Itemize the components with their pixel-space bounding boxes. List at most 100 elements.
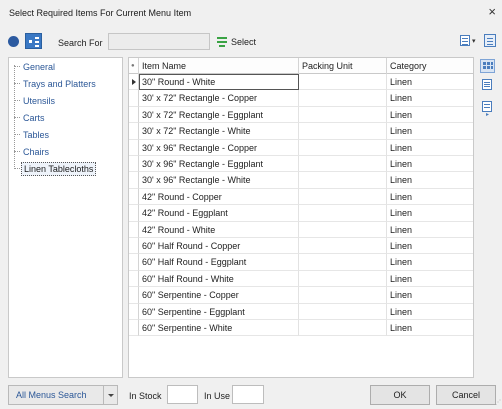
chevron-down-icon[interactable]: ▾ xyxy=(472,37,476,45)
cell-packing-unit[interactable] xyxy=(299,74,387,91)
tree-item-label: Carts xyxy=(23,113,45,123)
cell-item-name[interactable]: 42" Round - Eggplant xyxy=(139,205,299,222)
cell-item-name[interactable]: 30' x 72" Rectangle - Copper xyxy=(139,90,299,107)
form-layout-icon[interactable]: ▸ xyxy=(480,100,495,118)
cell-packing-unit[interactable] xyxy=(299,172,387,189)
row-indicator xyxy=(129,90,139,107)
export-icon[interactable] xyxy=(460,35,470,46)
in-use-field[interactable] xyxy=(232,385,264,404)
row-indicator xyxy=(129,254,139,271)
in-stock-label: In Stock xyxy=(129,391,162,401)
close-icon[interactable]: × xyxy=(488,4,496,20)
tree-item-label: General xyxy=(23,62,56,72)
cell-packing-unit[interactable] xyxy=(299,188,387,206)
table-row[interactable]: 30' x 96" Rectangle - Eggplant Linen xyxy=(129,156,473,173)
cell-category[interactable]: Linen xyxy=(387,107,473,124)
header-dot-icon: ● xyxy=(131,63,135,69)
in-stock-field[interactable] xyxy=(167,385,198,404)
cell-item-name[interactable]: 30' x 72" Rectangle - White xyxy=(139,123,299,140)
all-menus-search-button[interactable]: All Menus Search xyxy=(8,385,104,405)
table-row[interactable]: 60" Half Round - Eggplant Linen xyxy=(129,254,473,271)
cell-category[interactable]: Linen xyxy=(387,90,473,107)
resize-grip-icon[interactable]: ⋰ xyxy=(495,399,501,406)
row-indicator xyxy=(129,303,139,320)
cell-item-name[interactable]: 30' x 96" Rectangle - Copper xyxy=(139,139,299,156)
cell-packing-unit[interactable] xyxy=(299,303,387,320)
cell-category[interactable]: Linen xyxy=(387,287,473,304)
form-view-icon[interactable] xyxy=(484,34,496,47)
table-row[interactable]: 30' x 96" Rectangle - White Linen xyxy=(129,172,473,189)
detail-view-icon[interactable] xyxy=(480,78,495,92)
row-pointer-icon xyxy=(132,79,136,85)
search-input[interactable] xyxy=(108,33,210,50)
table-row[interactable]: 60" Serpentine - Eggplant Linen xyxy=(129,303,473,320)
cell-category[interactable]: Linen xyxy=(387,222,473,238)
grid-view-icon[interactable] xyxy=(480,59,495,73)
cell-item-name[interactable]: 30' x 72" Rectangle - Eggplant xyxy=(139,106,299,124)
cell-packing-unit[interactable] xyxy=(299,156,387,173)
table-row[interactable]: 42" Round - Copper Linen xyxy=(129,188,473,206)
cell-category[interactable]: Linen xyxy=(387,320,473,337)
table-row[interactable]: 30' x 72" Rectangle - Eggplant Linen xyxy=(129,106,473,124)
cell-item-name[interactable]: 30' x 96" Rectangle - Eggplant xyxy=(139,156,299,173)
ok-button[interactable]: OK xyxy=(370,385,430,405)
cell-category[interactable]: Linen xyxy=(387,271,473,288)
cell-packing-unit[interactable] xyxy=(299,270,387,288)
column-header-packing-unit[interactable]: Packing Unit xyxy=(299,58,387,74)
cell-packing-unit[interactable] xyxy=(299,221,387,238)
cell-item-name[interactable]: 42" Round - Copper xyxy=(139,188,299,206)
tree-item-label: Trays and Platters xyxy=(23,79,96,89)
cell-category[interactable]: Linen xyxy=(387,238,473,255)
cell-packing-unit[interactable] xyxy=(299,287,387,304)
cell-item-name[interactable]: 60" Half Round - Eggplant xyxy=(139,254,299,271)
cell-category[interactable]: Linen xyxy=(387,140,473,156)
table-row[interactable]: 42" Round - Eggplant Linen xyxy=(129,205,473,222)
cell-category[interactable]: Linen xyxy=(387,172,473,189)
cell-item-name[interactable]: 60" Serpentine - Eggplant xyxy=(139,303,299,320)
cell-item-name[interactable]: 30" Round - White xyxy=(139,74,299,91)
cell-item-name[interactable]: 42" Round - White xyxy=(139,221,299,238)
cell-item-name[interactable]: 30' x 96" Rectangle - White xyxy=(139,172,299,189)
cell-item-name[interactable]: 60" Serpentine - Copper xyxy=(139,287,299,304)
column-header-category[interactable]: Category xyxy=(387,58,473,74)
cell-packing-unit[interactable] xyxy=(299,205,387,222)
grid-header: ● Item Name Packing Unit Category xyxy=(129,58,473,74)
table-row[interactable]: 60" Serpentine - White Linen xyxy=(129,320,473,337)
cell-category[interactable]: Linen xyxy=(387,156,473,173)
row-indicator xyxy=(129,270,139,288)
cell-packing-unit[interactable] xyxy=(299,90,387,107)
cell-category[interactable]: Linen xyxy=(387,123,473,140)
tree-view-icon[interactable] xyxy=(25,33,42,49)
in-use-label: In Use xyxy=(204,391,231,401)
table-row[interactable]: 60" Serpentine - Copper Linen xyxy=(129,287,473,304)
table-row[interactable]: 42" Round - White Linen xyxy=(129,221,473,238)
cell-packing-unit[interactable] xyxy=(299,254,387,271)
cell-packing-unit[interactable] xyxy=(299,139,387,156)
circle-icon[interactable] xyxy=(8,36,19,47)
bottom-bar: All Menus Search In Stock In Use OK Canc… xyxy=(0,383,502,407)
table-row[interactable]: 60" Half Round - Copper Linen xyxy=(129,238,473,255)
cell-item-name[interactable]: 60" Half Round - White xyxy=(139,270,299,288)
cancel-button[interactable]: Cancel xyxy=(436,385,496,405)
cell-packing-unit[interactable] xyxy=(299,320,387,337)
title-bar: Select Required Items For Current Menu I… xyxy=(0,0,502,26)
table-row[interactable]: 30" Round - White Linen xyxy=(129,74,473,91)
cell-category[interactable]: Linen xyxy=(387,254,473,271)
cell-category[interactable]: Linen xyxy=(387,189,473,206)
cell-item-name[interactable]: 60" Half Round - Copper xyxy=(139,238,299,255)
cell-category[interactable]: Linen xyxy=(387,304,473,320)
table-row[interactable]: 30' x 72" Rectangle - White Linen xyxy=(129,123,473,140)
cell-packing-unit[interactable] xyxy=(299,238,387,255)
items-grid: ● Item Name Packing Unit Category 30" Ro… xyxy=(128,57,474,378)
cell-category[interactable]: Linen xyxy=(387,74,473,91)
cell-packing-unit[interactable] xyxy=(299,106,387,124)
window-title: Select Required Items For Current Menu I… xyxy=(9,8,192,18)
cell-category[interactable]: Linen xyxy=(387,205,473,222)
cell-item-name[interactable]: 60" Serpentine - White xyxy=(139,320,299,337)
cell-packing-unit[interactable] xyxy=(299,123,387,140)
table-row[interactable]: 60" Half Round - White Linen xyxy=(129,270,473,288)
table-row[interactable]: 30' x 72" Rectangle - Copper Linen xyxy=(129,90,473,107)
table-row[interactable]: 30' x 96" Rectangle - Copper Linen xyxy=(129,139,473,156)
column-header-item-name[interactable]: Item Name xyxy=(139,58,299,74)
menus-dropdown-toggle[interactable] xyxy=(104,385,118,405)
